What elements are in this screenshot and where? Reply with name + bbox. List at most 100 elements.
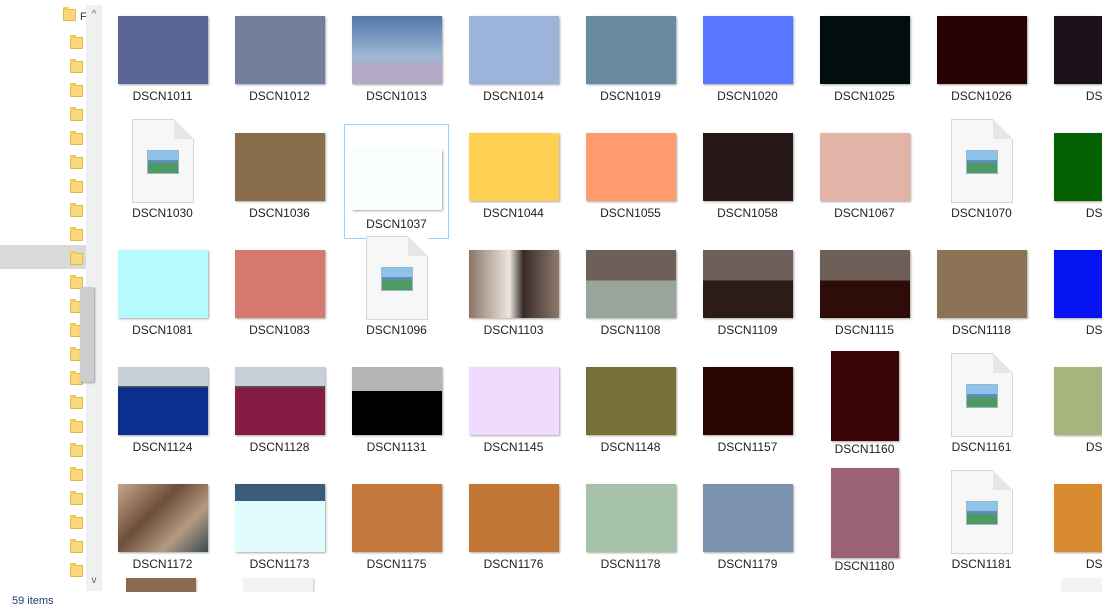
folder-icon[interactable] (70, 59, 83, 73)
folder-icon[interactable] (70, 107, 83, 121)
file-name-label: DSCN1157 (717, 440, 778, 454)
file-name-label: DSCN1096 (366, 323, 427, 337)
folder-icon[interactable] (70, 419, 83, 433)
folder-icon[interactable] (70, 227, 83, 241)
folder-icon[interactable] (70, 539, 83, 553)
folder-icon[interactable] (70, 83, 83, 97)
file-grid[interactable]: DSCN1011 DSCN1012 DSCN1013 DSCN1014 DSCN1019… (103, 0, 1102, 592)
file-tile[interactable]: DSCN1055 (578, 129, 683, 244)
file-tile[interactable]: DSCN1109 (695, 246, 800, 361)
file-tile[interactable]: DSCN1067 (812, 129, 917, 244)
file-tile[interactable]: DSCN1012 (227, 12, 332, 127)
image-thumbnail (585, 16, 676, 84)
scroll-thumb[interactable] (80, 287, 94, 382)
folder-icon[interactable] (70, 203, 83, 217)
file-tile[interactable]: DSCN1083 (227, 246, 332, 361)
nav-scrollbar[interactable]: ^ v (80, 5, 102, 591)
file-tile[interactable]: DSCN1172 (110, 480, 215, 592)
file-tile[interactable]: DSCN1036 (227, 129, 332, 244)
file-tile[interactable]: DSCN1013 (344, 12, 449, 127)
folder-icon[interactable] (70, 131, 83, 145)
file-name-label: DSC (1085, 206, 1102, 220)
navigation-pane[interactable]: F ^ v (0, 0, 103, 592)
image-thumbnail (702, 367, 793, 435)
file-tile[interactable]: DSCN1145 (461, 363, 566, 478)
partial-thumbnail[interactable] (1062, 578, 1102, 592)
image-file-icon (950, 470, 1013, 554)
file-tile[interactable]: DSCN1081 (110, 246, 215, 361)
folder-icon[interactable] (70, 251, 83, 265)
file-tile[interactable]: DSCN1030 (110, 119, 215, 244)
file-name-label: DSCN1058 (717, 206, 778, 220)
file-tile[interactable]: DSCN1160 (812, 351, 917, 478)
file-tile[interactable]: DSCN1103 (461, 246, 566, 361)
folder-icon[interactable] (70, 515, 83, 529)
landscape-icon (380, 267, 413, 291)
file-tile[interactable]: DSCN1037 (344, 124, 449, 239)
file-name-label: DSC (1085, 440, 1102, 454)
image-thumbnail (1053, 16, 1102, 84)
scroll-up-arrow[interactable]: ^ (86, 7, 102, 23)
file-tile[interactable]: DSCN1178 (578, 480, 683, 592)
file-name-label: DSCN1036 (249, 206, 310, 220)
file-tile[interactable]: DSCN1070 (929, 119, 1034, 244)
folder-icon[interactable] (70, 179, 83, 193)
file-tile[interactable]: DSCN1115 (812, 246, 917, 361)
file-tile[interactable]: DSCN1179 (695, 480, 800, 592)
file-tile[interactable]: DSCN1011 (110, 12, 215, 127)
landscape-icon (965, 501, 998, 525)
file-tile[interactable]: DSC (1046, 363, 1102, 478)
file-name-label: DSCN1109 (717, 323, 778, 337)
folder-icon[interactable] (70, 491, 83, 505)
file-name-label: DSCN1176 (483, 557, 544, 571)
file-name-label: DSCN1025 (834, 89, 895, 103)
file-tile[interactable]: DSCN1014 (461, 12, 566, 127)
file-tile[interactable]: DSCN1148 (578, 363, 683, 478)
file-tile[interactable]: DSC (1046, 12, 1102, 127)
image-thumbnail (117, 16, 208, 84)
scroll-down-arrow[interactable]: v (86, 573, 102, 589)
file-tile[interactable]: DSCN1044 (461, 129, 566, 244)
image-thumbnail (351, 150, 442, 210)
file-tile[interactable]: DSCN1025 (812, 12, 917, 127)
file-tile[interactable]: DSCN1019 (578, 12, 683, 127)
file-tile[interactable]: DSC (1046, 246, 1102, 361)
file-tile[interactable]: DSCN1131 (344, 363, 449, 478)
file-tile[interactable]: DSCN1180 (812, 468, 917, 592)
file-name-label: DSCN1178 (600, 557, 661, 571)
file-tile[interactable]: DSCN1058 (695, 129, 800, 244)
image-thumbnail (936, 16, 1027, 84)
file-tile[interactable]: DSCN1175 (344, 480, 449, 592)
file-tile[interactable]: DSCN1096 (344, 236, 449, 361)
file-tile[interactable]: DSCN1173 (227, 480, 332, 592)
image-file-icon (950, 353, 1013, 437)
file-name-label: DSCN1026 (951, 89, 1012, 103)
file-tile[interactable]: DSCN1020 (695, 12, 800, 127)
folder-icon[interactable] (70, 443, 83, 457)
file-tile[interactable]: DSCN1161 (929, 353, 1034, 478)
file-tile[interactable]: DSCN1108 (578, 246, 683, 361)
folder-icon[interactable] (70, 563, 83, 577)
image-thumbnail (1053, 367, 1102, 435)
partial-thumbnail[interactable] (126, 578, 196, 592)
file-name-label: DSCN1037 (366, 217, 427, 231)
file-tile[interactable]: DSCN1128 (227, 363, 332, 478)
partial-thumbnail[interactable] (243, 578, 313, 592)
file-tile[interactable]: DSCN1176 (461, 480, 566, 592)
folder-icon[interactable] (70, 35, 83, 49)
file-tile[interactable]: DSC (1046, 480, 1102, 592)
file-tile[interactable]: DSCN1026 (929, 12, 1034, 127)
item-count: 59 items (12, 595, 54, 607)
file-tile[interactable]: DSCN1181 (929, 470, 1034, 592)
file-tile[interactable]: DSCN1157 (695, 363, 800, 478)
folder-icon[interactable] (70, 467, 83, 481)
image-file-icon (131, 119, 194, 203)
folder-icon[interactable] (70, 155, 83, 169)
file-tile[interactable]: DSCN1118 (929, 246, 1034, 361)
folder-icon[interactable] (70, 395, 83, 409)
file-tile[interactable]: DSC (1046, 129, 1102, 244)
file-name-label: DSC (1085, 89, 1102, 103)
image-thumbnail (1053, 484, 1102, 552)
image-thumbnail (468, 484, 559, 552)
file-tile[interactable]: DSCN1124 (110, 363, 215, 478)
